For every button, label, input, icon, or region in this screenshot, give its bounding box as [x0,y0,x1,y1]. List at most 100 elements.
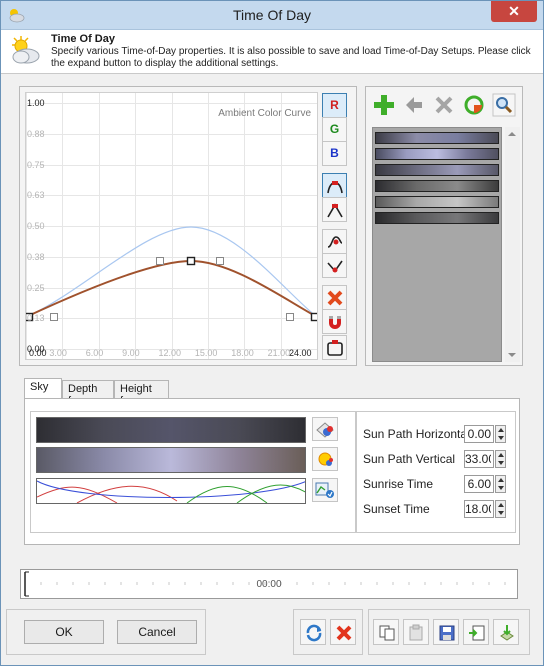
timeline-slider[interactable]: 00:00 [20,569,518,599]
clear-button[interactable] [330,619,356,645]
sun-path-vertical-label: Sun Path Vertical [363,452,456,466]
sun-path-vertical-spinner[interactable] [495,450,506,468]
import-button[interactable] [463,619,489,645]
export-icon [500,625,514,641]
curve-linear-button[interactable] [322,197,347,222]
curve-tangent-handle[interactable] [216,257,224,265]
spin-up-icon[interactable] [498,503,504,507]
scroll-down-icon[interactable] [508,353,516,357]
curve-canvas[interactable] [26,93,317,359]
curve-tangent-smooth-button[interactable] [322,229,347,254]
curve-tangent-handle[interactable] [286,313,294,321]
spin-up-icon[interactable] [498,478,504,482]
curve-key-point[interactable] [186,256,196,266]
preset-item[interactable] [375,212,499,224]
linear-curve-icon [327,203,343,218]
paste-icon [409,624,423,641]
fit-view-button[interactable] [322,335,347,360]
preset-item[interactable] [375,132,499,144]
preset-item[interactable] [375,180,499,192]
copy-button[interactable] [373,619,399,645]
title-bar: Time Of Day ✕ [1,1,543,30]
preset-list[interactable] [372,127,502,362]
curve-label: Ambient Color Curve [218,108,311,119]
palette-icon [316,422,334,438]
paste-button[interactable] [403,619,429,645]
header-description: Specify various Time-of-Day properties. … [51,46,531,69]
curve-tangent-handle[interactable] [156,257,164,265]
add-icon[interactable] [372,93,396,117]
horizon-color-gradient[interactable] [36,447,306,473]
x-tick-label: 12.00 [158,348,182,358]
x-tick-label: 9.00 [122,348,140,358]
refresh-icon[interactable] [462,93,486,117]
curve-smooth-button[interactable] [322,173,347,198]
tab-sky[interactable]: Sky [24,378,62,399]
sunset-time-spinner[interactable] [495,500,506,518]
timeline-time: 00:00 [256,579,282,590]
scroll-up-icon[interactable] [508,132,516,136]
back-icon[interactable] [402,93,426,117]
window-title: Time Of Day [232,7,312,23]
curve-tangent-linear-button[interactable] [322,253,347,278]
spin-down-icon[interactable] [498,461,504,465]
sunrise-time-input[interactable] [464,475,494,493]
preset-scrollbar[interactable] [505,127,520,362]
channel-r-button[interactable]: R [322,93,347,118]
x-tick-label: 15.00 [194,348,218,358]
x-tick-label: 6.00 [85,348,104,358]
spin-down-icon[interactable] [498,511,504,515]
sky-gradients [30,411,356,533]
y-tick-label: 0.38 [27,251,45,262]
header-panel: Time Of Day Specify various Time-of-Day … [1,30,543,74]
spin-up-icon[interactable] [498,453,504,457]
close-button[interactable]: ✕ [491,1,537,22]
sun-path-horizontal-spinner[interactable] [495,425,506,443]
time-of-day-window: Time Of Day ✕ Time Of Day Specify variou… [0,0,544,666]
sky-tab-content: Sun Path Horizontal Sun Path Vertical Su… [24,398,520,545]
spin-down-icon[interactable] [498,486,504,490]
reset-button[interactable] [300,619,326,645]
sun-color-button[interactable] [312,447,338,471]
tab-depth-fog[interactable]: Depth fog [62,380,114,407]
import-icon [469,625,485,641]
curve-settings-button[interactable] [312,478,338,502]
delete-key-button[interactable] [322,285,347,310]
cancel-button[interactable]: Cancel [117,620,197,644]
sky-color-gradient[interactable] [36,417,306,443]
curve-key-point[interactable] [310,312,318,322]
x-tick-label: 3.00 [49,348,67,358]
y-tick-label: 1.00 [27,98,45,108]
ok-button[interactable]: OK [24,620,104,644]
sky-color-button[interactable] [312,417,338,441]
export-button[interactable] [493,619,519,645]
sunset-time-input[interactable] [464,500,494,518]
preset-panel [365,86,523,366]
sun-curves-graph[interactable] [36,478,306,504]
snap-button[interactable] [322,309,347,334]
spin-down-icon[interactable] [498,436,504,440]
preset-item[interactable] [375,196,499,208]
zoom-icon[interactable] [492,93,516,117]
tab-height-fog[interactable]: Height fog [114,380,169,407]
y-tick-label: 0.50 [27,221,45,231]
sun-path-horizontal-input[interactable] [464,425,494,443]
channel-b-button[interactable]: B [322,141,347,166]
sun-path-vertical-input[interactable] [464,450,494,468]
y-tick-label: 0.13 [27,313,45,324]
preset-item[interactable] [375,164,499,176]
curve-tangent-handle[interactable] [50,313,58,321]
sunrise-time-label: Sunrise Time [363,477,434,491]
reset-icon [306,624,322,642]
sunrise-time-spinner[interactable] [495,475,506,493]
curve-graph[interactable]: Ambient Color Curve 1.00 0.88 0.75 0.63 0.50… [25,92,318,360]
preset-item[interactable] [375,148,499,160]
setup-buttons [368,609,530,655]
delete-icon[interactable] [432,93,456,117]
save-button[interactable] [433,619,459,645]
sun-cloud-icon [12,36,40,64]
channel-g-button[interactable]: G [322,117,347,142]
copy-icon [379,625,395,641]
spin-up-icon[interactable] [498,428,504,432]
sun-properties: Sun Path Horizontal Sun Path Vertical Su… [356,411,516,533]
